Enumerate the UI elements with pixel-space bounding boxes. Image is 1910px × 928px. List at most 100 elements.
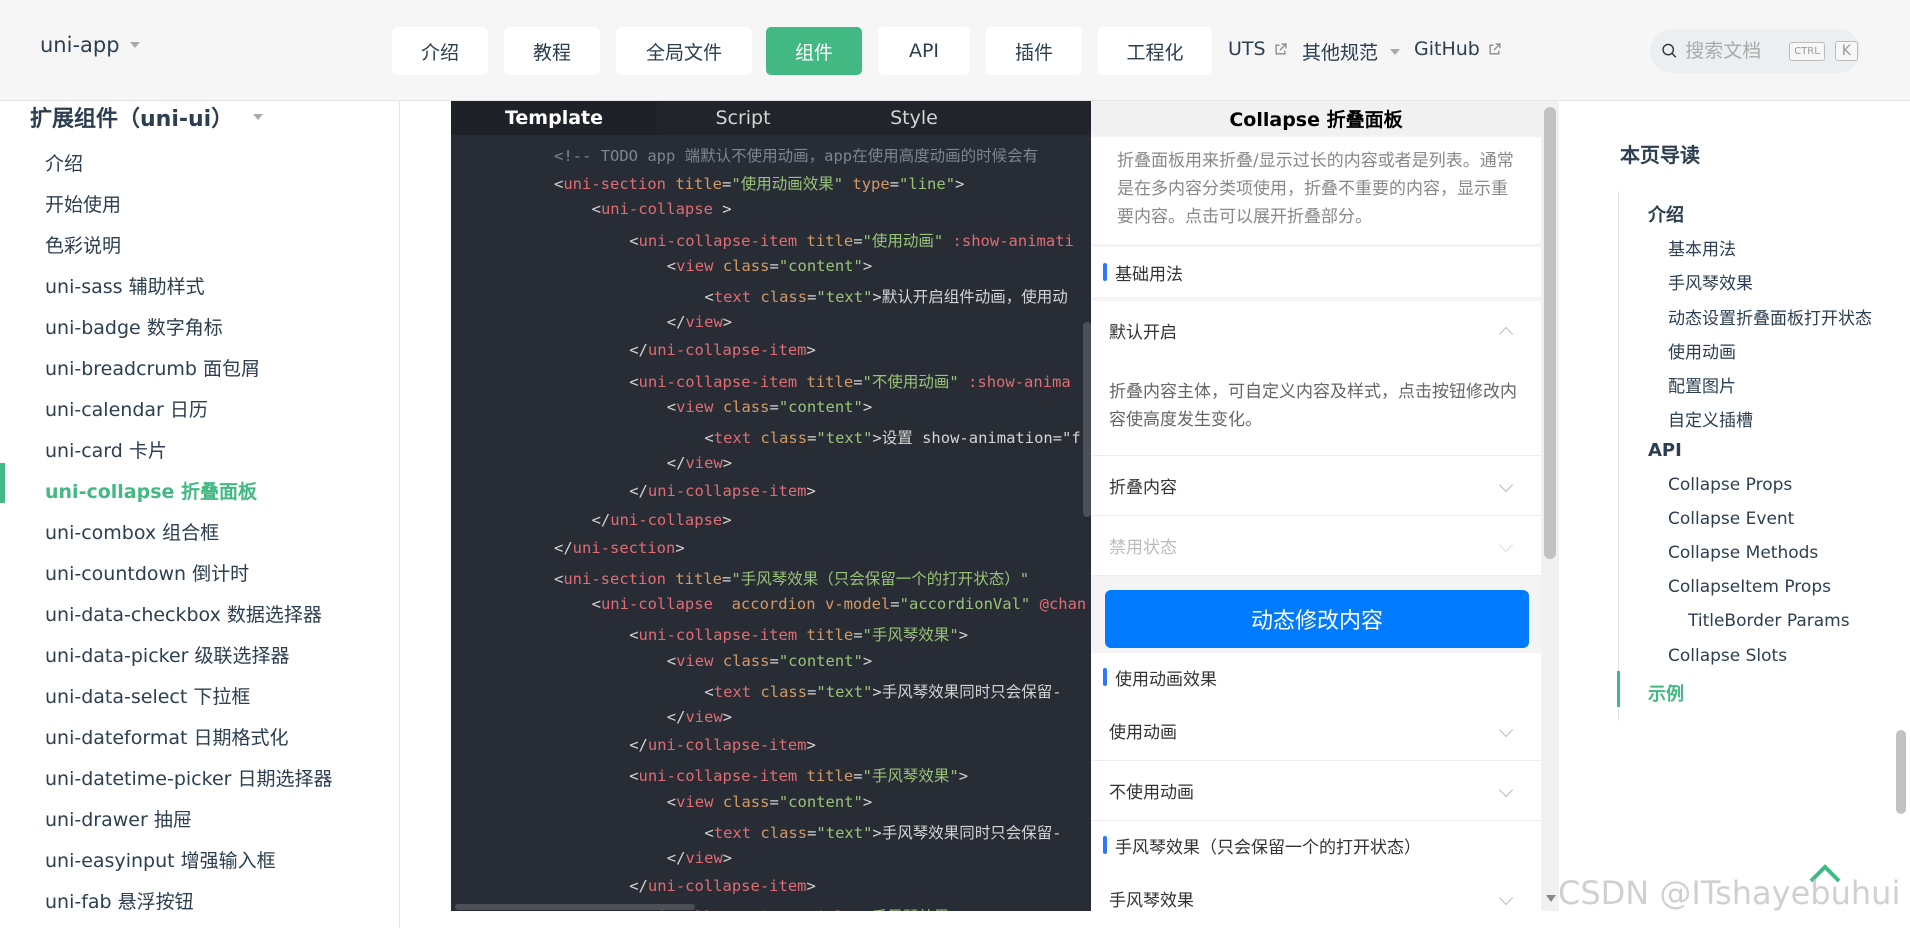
chevron-down-icon[interactable] <box>1498 890 1514 906</box>
chevron-up-icon[interactable] <box>1498 326 1514 342</box>
toc-item[interactable]: 自定义插槽 <box>1668 406 1753 431</box>
code-token: uni-collapse <box>600 200 713 219</box>
nav-global-files-button[interactable]: 全局文件 <box>616 27 752 75</box>
sidebar-item[interactable]: uni-data-checkbox 数据选择器 <box>45 600 322 627</box>
chevron-down-icon <box>1498 537 1514 553</box>
tab-style[interactable]: Style <box>829 101 999 135</box>
code-token: :show-animati <box>952 231 1074 250</box>
search-box[interactable]: CTRL K <box>1650 29 1860 73</box>
nav-engineering-button[interactable]: 工程化 <box>1098 27 1212 75</box>
toc-heading[interactable]: 示例 <box>1648 680 1684 706</box>
toc-item[interactable]: Collapse Slots <box>1668 646 1787 666</box>
sidebar-item[interactable]: uni-easyinput 增强输入框 <box>45 846 276 873</box>
nav-github-link[interactable]: GitHub <box>1414 38 1501 60</box>
code-token: < <box>591 595 601 614</box>
sidebar-item[interactable]: uni-combox 组合框 <box>45 518 219 545</box>
code-token: = <box>853 626 863 645</box>
collapse-item-title[interactable]: 折叠内容 <box>1109 473 1177 498</box>
nav-uts-label[interactable]: UTS <box>1228 38 1266 60</box>
sidebar-item[interactable]: uni-data-select 下拉框 <box>45 682 250 709</box>
sidebar-item[interactable]: uni-sass 辅助样式 <box>45 272 205 299</box>
sidebar-item[interactable]: uni-dateformat 日期格式化 <box>45 723 289 750</box>
sidebar-item[interactable]: uni-datetime-picker 日期选择器 <box>45 764 333 791</box>
sidebar-item[interactable]: uni-badge 数字角标 <box>45 313 223 340</box>
page-scrollbar[interactable] <box>1896 730 1906 814</box>
sidebar-item[interactable]: 色彩说明 <box>45 231 121 258</box>
collapse-item-title[interactable]: 默认开启 <box>1109 318 1177 343</box>
nav-github-label[interactable]: GitHub <box>1414 38 1480 60</box>
code-token: accordion <box>731 595 816 614</box>
toc-item[interactable]: Collapse Props <box>1668 475 1792 495</box>
scroll-down-arrow-icon[interactable] <box>1546 895 1556 902</box>
sidebar-item[interactable]: uni-collapse 折叠面板 <box>45 477 257 504</box>
collapse-item-title[interactable]: 使用动画 <box>1109 718 1177 743</box>
code-token: title <box>806 767 854 786</box>
table-of-contents: 本页导读 介绍 基本用法 手风琴效果 动态设置折叠面板打开状态 使用动画 配置图片 自定义插… <box>1570 101 1900 928</box>
chevron-down-icon[interactable] <box>1498 782 1514 798</box>
code-token: uni-collapse-item <box>638 767 798 786</box>
toc-item[interactable]: 使用动画 <box>1668 338 1736 363</box>
toc-item[interactable]: 手风琴效果 <box>1668 269 1753 294</box>
nav-intro-button[interactable]: 介绍 <box>392 27 488 75</box>
logo[interactable]: uni-app <box>40 33 140 57</box>
sidebar-section-label[interactable]: 扩展组件（uni-ui） <box>30 101 233 133</box>
code-horizontal-scrollbar[interactable] <box>455 904 695 910</box>
code-token: title <box>675 570 723 588</box>
code-token: </ <box>629 877 648 896</box>
tab-script[interactable]: Script <box>657 101 829 135</box>
toc-item[interactable]: 动态设置折叠面板打开状态 <box>1668 304 1872 329</box>
collapse-item-animation[interactable]: 使用动画 <box>1091 701 1541 761</box>
sidebar-item[interactable]: uni-fab 悬浮按钮 <box>45 887 194 914</box>
sidebar-item[interactable]: 开始使用 <box>45 190 121 217</box>
search-input[interactable] <box>1685 40 1782 62</box>
toc-heading[interactable]: API <box>1648 440 1682 461</box>
sidebar-section-title[interactable]: 扩展组件（uni-ui） <box>30 101 264 133</box>
tab-template[interactable]: Template <box>451 101 657 135</box>
collapse-item-accordion[interactable]: 手风琴效果 <box>1091 869 1541 911</box>
nav-other-specs-label[interactable]: 其他规范 <box>1302 38 1378 65</box>
toc-item[interactable]: 配置图片 <box>1668 372 1736 397</box>
sidebar-item[interactable]: uni-calendar 日历 <box>45 395 208 422</box>
chevron-down-icon[interactable] <box>1498 722 1514 738</box>
code-viewer[interactable]: Template Script Style <!-- TODO app 端默认不… <box>451 101 1091 911</box>
chevron-down-icon[interactable] <box>253 114 264 120</box>
preview-scrollbar[interactable] <box>1544 107 1556 559</box>
sidebar-item[interactable]: uni-data-picker 级联选择器 <box>45 641 290 668</box>
collapse-item-default-open[interactable]: 默认开启 <box>1091 301 1541 361</box>
toc-item[interactable]: CollapseItem Props <box>1668 577 1831 597</box>
toc-item[interactable]: TitleBorder Params <box>1688 611 1850 631</box>
nav-plugins-button[interactable]: 插件 <box>986 27 1082 75</box>
chevron-down-icon[interactable] <box>129 42 140 48</box>
code-token: = <box>853 767 863 786</box>
collapse-item-no-animation[interactable]: 不使用动画 <box>1091 761 1541 821</box>
external-link-icon <box>1275 42 1287 54</box>
toc-item[interactable]: 基本用法 <box>1668 235 1736 260</box>
nav-uts-link[interactable]: UTS <box>1228 38 1287 60</box>
nav-components-button[interactable]: 组件 <box>766 27 862 75</box>
code-token: = <box>853 372 863 391</box>
sidebar-item[interactable]: uni-breadcrumb 面包屑 <box>45 354 260 381</box>
nav-other-specs-dropdown[interactable]: 其他规范 <box>1302 38 1401 65</box>
section-bar <box>1103 836 1107 854</box>
collapse-item-title[interactable]: 不使用动画 <box>1109 778 1194 803</box>
toc-item[interactable]: Collapse Methods <box>1668 543 1818 563</box>
code-token: text <box>713 288 752 306</box>
section-basic-label: 基础用法 <box>1115 264 1183 285</box>
chevron-down-icon[interactable] <box>1498 477 1514 493</box>
sidebar-item[interactable]: uni-countdown 倒计时 <box>45 559 249 586</box>
nav-tutorial-button[interactable]: 教程 <box>504 27 600 75</box>
sidebar-item[interactable]: 介绍 <box>45 149 83 176</box>
sidebar-item[interactable]: uni-drawer 抽屉 <box>45 805 192 832</box>
code-line: </uni-collapse-item> <box>629 877 816 895</box>
nav-api-button[interactable]: API <box>878 27 970 75</box>
sidebar-item[interactable]: uni-card 卡片 <box>45 436 167 463</box>
toc-item[interactable]: Collapse Event <box>1668 509 1794 529</box>
collapse-item-collapsed[interactable]: 折叠内容 <box>1091 456 1541 516</box>
collapse-item-title[interactable]: 手风琴效果 <box>1109 886 1194 911</box>
toc-heading[interactable]: 介绍 <box>1648 201 1684 227</box>
code-scrollbar[interactable] <box>1083 322 1091 517</box>
change-content-button[interactable]: 动态修改内容 <box>1105 590 1529 648</box>
logo-text[interactable]: uni-app <box>40 33 120 57</box>
